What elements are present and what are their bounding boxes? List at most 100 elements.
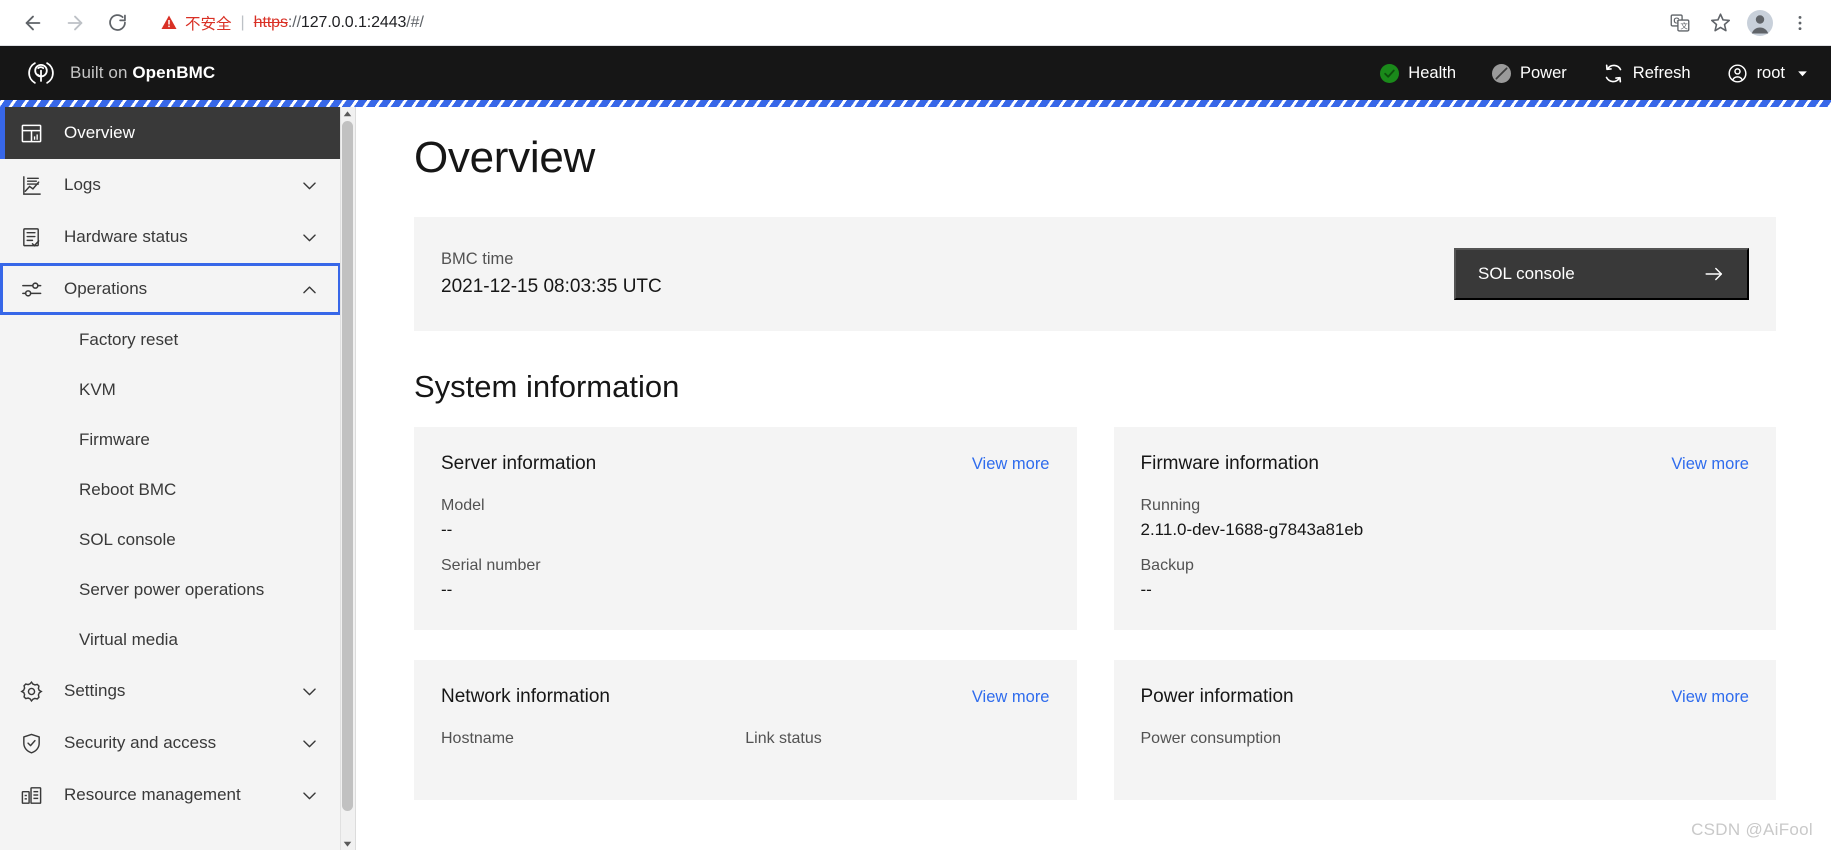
chevron-down-icon (300, 734, 319, 753)
field-value: -- (1140, 580, 1152, 599)
refresh-label: Refresh (1632, 63, 1691, 82)
browser-actions: G 文 (1663, 6, 1817, 40)
sidebar-scrollbar[interactable] (340, 107, 355, 850)
app-header: Built on OpenBMC Health Power Refresh ro… (0, 46, 1831, 100)
field-label: Backup (1140, 557, 1194, 574)
health-ok-icon (1380, 63, 1400, 83)
sidebar-scroll-area: Overview Logs Hardware status Operations… (0, 107, 355, 850)
sidebar-label: Logs (64, 175, 101, 194)
field-value: 2.11.0-dev-1688-g7843a81eb (1140, 520, 1364, 539)
insecure-warning-text: 不安全 (185, 15, 232, 33)
sidebar-item-overview[interactable]: Overview (0, 107, 341, 159)
sidebar-item-resource-management[interactable]: Resource management (0, 769, 341, 821)
bmc-time-label: BMC time (441, 250, 514, 268)
field-hostname: Hostname (441, 730, 745, 753)
resource-chart-icon (18, 782, 44, 808)
reload-button[interactable] (98, 4, 136, 42)
translate-button[interactable]: G 文 (1663, 6, 1697, 40)
view-more-link-power[interactable]: View more (1671, 688, 1749, 707)
sidebar-sublabel: SOL console (79, 530, 176, 549)
brand-text: Built on OpenBMC (70, 63, 215, 83)
sidebar-sublabel: Factory reset (79, 330, 179, 349)
system-information-cards: Server information View more Model -- Se… (414, 427, 1776, 800)
field-value: -- (441, 580, 453, 599)
field-backup: Backup -- (1141, 557, 1750, 600)
reload-icon (108, 14, 126, 31)
sidebar-scrollbar-thumb[interactable] (342, 121, 353, 811)
forward-button[interactable] (56, 4, 94, 42)
url-scheme: https (253, 13, 288, 31)
server-check-icon (18, 224, 44, 250)
view-more-link-network[interactable]: View more (972, 688, 1050, 707)
refresh-button[interactable]: Refresh (1603, 63, 1691, 84)
power-status[interactable]: Power (1492, 63, 1567, 83)
sidebar-subitem-server-power-operations[interactable]: Server power operations (0, 565, 341, 615)
browser-menu-button[interactable] (1783, 6, 1817, 40)
server-information-card: Server information View more Model -- Se… (414, 427, 1077, 630)
system-information-heading: System information (414, 369, 680, 404)
bookmark-button[interactable] (1703, 6, 1737, 40)
logs-chart-icon (18, 172, 44, 198)
field-label: Link status (745, 730, 822, 747)
firmware-information-card: Firmware information View more Running 2… (1113, 427, 1776, 630)
view-more-link-firmware[interactable]: View more (1671, 455, 1749, 474)
card-title: Server information (441, 453, 597, 474)
field-serial-number: Serial number -- (441, 557, 1050, 600)
openbmc-logo-icon (28, 62, 54, 84)
sol-console-label: SOL console (1478, 264, 1575, 283)
card-header: Firmware information View more (1141, 453, 1750, 475)
user-menu[interactable]: root (1727, 63, 1809, 84)
sidebar-label: Operations (64, 279, 148, 298)
bmc-time-value: 2021-12-15 08:03:35 UTC (441, 276, 662, 297)
browser-toolbar: 不安全 | https://127.0.0.1:2443/#/ G 文 (0, 0, 1831, 46)
power-information-card: Power information View more Power consum… (1113, 660, 1776, 800)
chevron-down-icon (300, 786, 319, 805)
sidebar-subitem-firmware[interactable]: Firmware (0, 415, 341, 465)
sidebar-label: Hardware status (64, 227, 188, 246)
gear-icon (18, 678, 44, 704)
sidebar-subitem-kvm[interactable]: KVM (0, 365, 341, 415)
sidebar-subitem-sol-console[interactable]: SOL console (0, 515, 341, 565)
sidebar-subitem-factory-reset[interactable]: Factory reset (0, 315, 341, 365)
arrow-right-icon (67, 15, 83, 30)
loading-progress-bar (0, 100, 1831, 107)
sidebar-item-logs[interactable]: Logs (0, 159, 341, 211)
scroll-down-arrow-icon[interactable] (342, 837, 353, 849)
insecure-warning-icon (160, 14, 178, 32)
address-bar[interactable]: 不安全 | https://127.0.0.1:2443/#/ (146, 5, 1655, 40)
field-label: Hostname (441, 730, 514, 747)
card-title: Power information (1140, 686, 1294, 707)
page-title: Overview (414, 133, 595, 182)
app-body: Overview Logs Hardware status Operations… (0, 107, 1831, 850)
profile-button[interactable] (1743, 6, 1777, 40)
sidebar-item-operations[interactable]: Operations (0, 263, 341, 315)
sidebar-subitem-reboot-bmc[interactable]: Reboot BMC (0, 465, 341, 515)
back-button[interactable] (14, 4, 52, 42)
sidebar-subitem-virtual-media[interactable]: Virtual media (0, 615, 341, 665)
sidebar-item-security-and-access[interactable]: Security and access (0, 717, 341, 769)
chevron-down-icon (300, 228, 319, 247)
sidebar-navigation: Overview Logs Hardware status Operations… (0, 107, 356, 850)
bmc-time-card: BMC time 2021-12-15 08:03:35 UTC SOL con… (414, 217, 1776, 331)
view-more-link-server[interactable]: View more (972, 455, 1050, 474)
brand[interactable]: Built on OpenBMC (26, 58, 215, 88)
sidebar-item-settings[interactable]: Settings (0, 665, 341, 717)
chevron-down-icon (300, 176, 319, 195)
profile-avatar-icon (1747, 9, 1773, 36)
brand-name: OpenBMC (132, 63, 216, 82)
sidebar-item-hardware-status[interactable]: Hardware status (0, 211, 341, 263)
sidebar-sublabel: Virtual media (79, 630, 178, 649)
sidebar-sublabel: Server power operations (79, 580, 265, 599)
star-icon (1710, 13, 1730, 32)
card-header: Network information View more (441, 686, 1050, 708)
brand-prefix: Built on (70, 63, 128, 82)
sol-console-button[interactable]: SOL console (1454, 248, 1749, 300)
sidebar-sublabel: KVM (79, 380, 116, 399)
user-label: root (1756, 63, 1785, 82)
bmc-time-block: BMC time 2021-12-15 08:03:35 UTC (441, 250, 662, 298)
sliders-icon (18, 276, 44, 302)
health-status[interactable]: Health (1380, 63, 1456, 83)
scroll-up-arrow-icon[interactable] (342, 108, 353, 120)
url-host: 127.0.0.1:2443 (300, 13, 407, 31)
url-separator: :// (287, 13, 301, 31)
